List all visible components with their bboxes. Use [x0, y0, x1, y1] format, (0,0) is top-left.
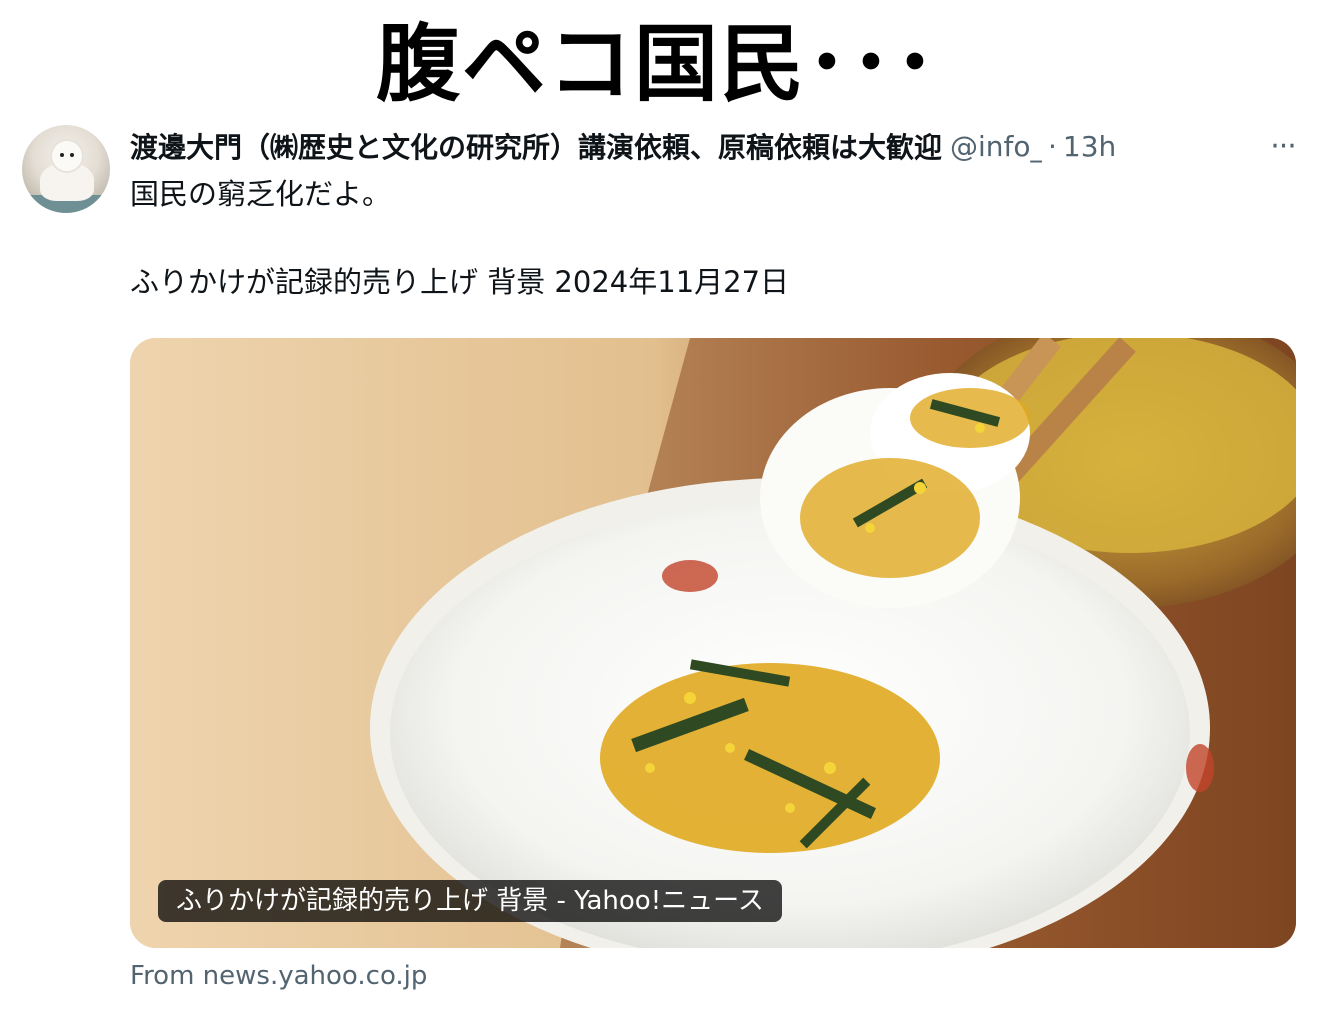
meme-caption: 腹ペコ国民･･･: [376, 15, 939, 113]
card-source-link[interactable]: From news.yahoo.co.jp: [130, 958, 427, 994]
card-title-label: ふりかけが記録的売り上げ 背景 - Yahoo!ニュース: [158, 880, 782, 922]
avatar-dog-eye: [70, 153, 74, 157]
tweet-header: 渡邊大門（㈱歴史と文化の研究所）講演依頼、原稿依頼は大歓迎 @info_ · 1…: [130, 126, 1305, 166]
tweet-text-line: 国民の窮乏化だよ。: [130, 177, 392, 211]
tweet-text-line: ふりかけが記録的売り上げ 背景 2024年11月27日: [130, 265, 790, 299]
separator-dot: ·: [1048, 129, 1057, 163]
card-image-rice-bowl: [130, 338, 1296, 948]
avatar-dog-head: [52, 141, 82, 171]
tweet-text: 国民の窮乏化だよ。 ふりかけが記録的売り上げ 背景 2024年11月27日: [130, 172, 1300, 304]
avatar-dog-eye: [60, 153, 64, 157]
avatar[interactable]: [22, 125, 110, 213]
user-handle[interactable]: @info_: [950, 130, 1042, 163]
more-options-icon[interactable]: ···: [1261, 126, 1305, 166]
link-card[interactable]: ふりかけが記録的売り上げ 背景 - Yahoo!ニュース: [130, 338, 1296, 948]
tweet[interactable]: 渡邊大門（㈱歴史と文化の研究所）講演依頼、原稿依頼は大歓迎 @info_ · 1…: [0, 120, 1329, 1012]
timestamp[interactable]: 13h: [1063, 130, 1116, 163]
display-name[interactable]: 渡邊大門（㈱歴史と文化の研究所）講演依頼、原稿依頼は大歓迎: [130, 126, 942, 166]
